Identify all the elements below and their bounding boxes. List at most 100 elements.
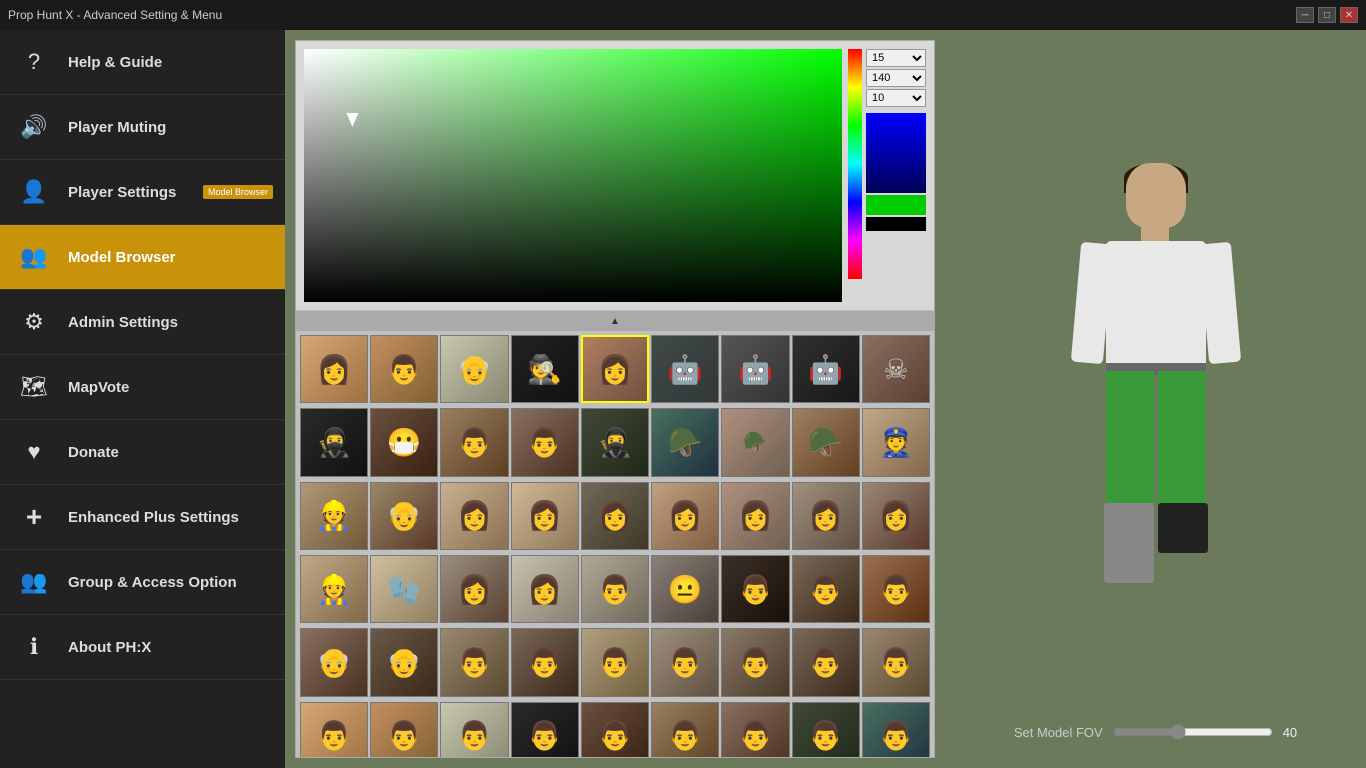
model-cell[interactable]: 👩 [581,482,649,550]
sidebar-item-help-guide[interactable]: ? Help & Guide [0,30,285,95]
model-cell[interactable]: 👴 [370,628,438,696]
model-browser-badge: Model Browser [203,185,273,199]
model-cell[interactable]: 👨 [511,702,579,757]
sidebar-item-admin-settings[interactable]: ⚙ Admin Settings [0,290,285,355]
model-cell[interactable]: 👨 [440,408,508,476]
model-cell[interactable]: 👨 [792,628,860,696]
model-cell[interactable]: 🥷 [581,408,649,476]
model-cell[interactable]: 🥷 [300,408,368,476]
minimize-button[interactable]: ─ [1296,7,1314,23]
model-cell[interactable]: 👩 [511,482,579,550]
model-cell[interactable]: 👨 [651,628,719,696]
sidebar-item-label: Group & Access Option [68,574,237,591]
fov-bar: Set Model FOV 40 [994,716,1317,748]
model-cell[interactable]: 👩 [721,482,789,550]
sidebar-item-about[interactable]: ℹ About PH:X [0,615,285,680]
model-cell[interactable]: 👨 [721,555,789,623]
sidebar-item-model-browser[interactable]: 👥 Model Browser [0,225,285,290]
model-cell[interactable]: 👴 [370,482,438,550]
color-picker-area: 15 0 255 140 0 255 [296,41,934,311]
model-cell[interactable]: 🤖 [792,335,860,403]
model-cell[interactable]: 👩 [792,482,860,550]
main-layout: ? Help & Guide 🔊 Player Muting 👤 Player … [0,30,1366,768]
model-cell[interactable]: 👨 [511,628,579,696]
model-cell[interactable]: 😷 [370,408,438,476]
model-cell[interactable]: 👷 [300,482,368,550]
model-cell[interactable]: 👨 [440,628,508,696]
model-cell[interactable]: 🪖 [792,408,860,476]
sidebar-item-label: Player Muting [68,119,166,136]
model-cell[interactable]: 👨 [792,555,860,623]
model-cell[interactable]: 🕵 [511,335,579,403]
player-settings-icon: 👤 [16,174,52,210]
model-cell[interactable]: ☠ [862,335,930,403]
model-cell[interactable]: 👩 [651,482,719,550]
content-area: 15 0 255 140 0 255 [285,30,1366,768]
model-cell[interactable]: 🤖 [651,335,719,403]
maximize-button[interactable]: □ [1318,7,1336,23]
char-head [1126,163,1186,228]
model-cell[interactable]: 👩 [511,555,579,623]
color-swatch-green[interactable] [866,195,926,215]
sidebar-item-player-settings[interactable]: 👤 Player Settings Model Browser [0,160,285,225]
model-cell[interactable]: 🪖 [651,408,719,476]
model-cell[interactable]: 👨 [440,702,508,757]
hue-bar[interactable] [848,49,862,279]
model-cell[interactable]: 👨 [370,702,438,757]
grid-scroll-up[interactable]: ▲ [296,311,934,331]
model-cell[interactable]: 👨 [721,702,789,757]
char-boot-right [1158,503,1208,553]
color-gradient[interactable] [304,49,842,302]
model-cell[interactable]: 👴 [440,335,508,403]
model-cell[interactable]: 👩 [862,482,930,550]
model-cell[interactable]: 👷 [300,555,368,623]
color-value-g-select[interactable]: 140 0 255 [866,69,926,87]
model-cell[interactable]: 👨 [862,628,930,696]
sidebar-item-enhanced-plus[interactable]: + Enhanced Plus Settings [0,485,285,550]
group-access-icon: 👥 [16,564,52,600]
fov-label: Set Model FOV [1014,725,1103,740]
model-cell[interactable]: 😐 [651,555,719,623]
close-button[interactable]: ✕ [1340,7,1358,23]
model-cell[interactable]: 👮 [862,408,930,476]
model-3d-viewer [1066,30,1246,716]
model-cell[interactable]: 👴 [300,628,368,696]
color-cursor [346,113,358,127]
model-cell[interactable]: 🤖 [721,335,789,403]
model-cell[interactable]: 🧤 [370,555,438,623]
model-cell[interactable]: 👨 [511,408,579,476]
model-grid-container: ▲ 👩 👨 👴 🕵 👩 🤖 🤖 🤖 ☠ 🥷 😷 👨 � [296,311,934,757]
model-cell[interactable]: 👨 [581,702,649,757]
enhanced-plus-icon: + [16,499,52,535]
model-cell[interactable]: 👨 [721,628,789,696]
model-cell[interactable]: 👨 [862,702,930,757]
sidebar-item-group-access[interactable]: 👥 Group & Access Option [0,550,285,615]
color-swatch-black[interactable] [866,217,926,231]
sidebar-scroll[interactable]: ? Help & Guide 🔊 Player Muting 👤 Player … [0,30,285,768]
color-value-b-select[interactable]: 10 0 255 [866,89,926,107]
model-cell[interactable]: 👩 [300,335,368,403]
color-mini-bar [866,113,926,193]
model-cell[interactable]: 👨 [581,555,649,623]
sidebar-item-label: Donate [68,444,119,461]
color-value-r-select[interactable]: 15 0 255 [866,49,926,67]
model-cell[interactable]: 👨 [300,702,368,757]
sidebar-item-mapvote[interactable]: 🗺 MapVote [0,355,285,420]
sidebar-item-label: Help & Guide [68,54,162,71]
model-cell[interactable]: 👨 [651,702,719,757]
model-cell[interactable]: 👩 [440,555,508,623]
model-cell-selected[interactable]: 👩 [581,335,649,403]
fov-slider[interactable] [1113,724,1273,740]
model-cell[interactable]: 👨 [370,335,438,403]
model-cell[interactable]: 👨 [581,628,649,696]
color-input-r: 15 0 255 [866,49,926,67]
model-cell[interactable]: 👨 [792,702,860,757]
model-preview-area: Set Model FOV 40 [945,30,1366,768]
model-cell[interactable]: 👩 [440,482,508,550]
model-cell[interactable]: 👨 [862,555,930,623]
character-figure [1066,163,1246,583]
sidebar-item-donate[interactable]: ♥ Donate [0,420,285,485]
char-pants-left [1106,371,1154,511]
sidebar-item-player-muting[interactable]: 🔊 Player Muting [0,95,285,160]
model-cell[interactable]: 🪖 [721,408,789,476]
